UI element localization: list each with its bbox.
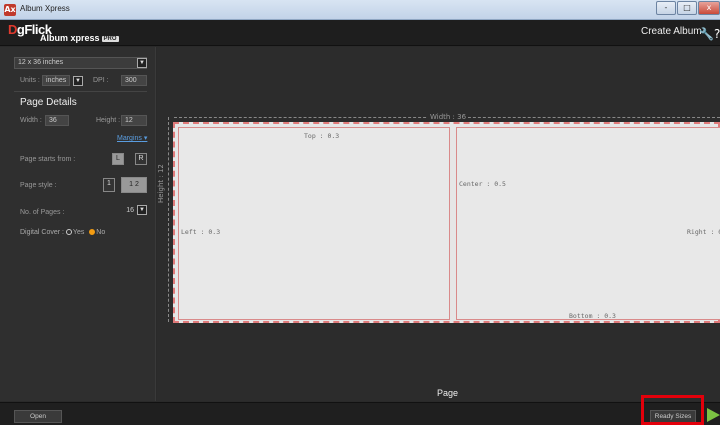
app-icon: Ax — [4, 4, 16, 16]
highlight-box — [641, 395, 704, 425]
height-dimension-label: Height : 12 — [157, 162, 165, 205]
logo-subtitle: Album xpress PRO — [40, 33, 119, 43]
wrench-icon[interactable]: 🔧 — [699, 27, 714, 41]
height-dimension-line — [168, 117, 169, 322]
width-field[interactable]: 36 — [45, 115, 69, 126]
right-page[interactable]: Center : 0.5 Right : 0.3 Bottom : 0.3 — [456, 127, 720, 320]
units-select[interactable]: inches — [42, 75, 70, 86]
page-starts-label: Page starts from : — [20, 156, 76, 163]
page-details-title: Page Details — [20, 97, 77, 108]
page-style-single-button[interactable]: 1 — [103, 178, 115, 192]
margins-link[interactable]: Margins ▾ — [117, 134, 147, 142]
digital-cover-row: Digital Cover : Yes No — [20, 229, 105, 236]
page-style-spread-button[interactable]: 1 2 — [121, 177, 147, 193]
maximize-button[interactable]: □ — [677, 1, 697, 15]
page-caption: Page — [437, 388, 459, 398]
width-dimension-label: Width : 36 — [428, 113, 469, 121]
dpi-label: DPI : — [93, 77, 109, 84]
pro-badge: PRO — [101, 35, 119, 42]
digital-cover-yes-label: Yes — [72, 229, 85, 236]
pages-label: No. of Pages : — [20, 209, 65, 216]
window-controls: - □ x — [655, 1, 720, 15]
next-arrow-icon[interactable] — [707, 408, 720, 422]
page-style-label: Page style : — [20, 182, 57, 189]
units-label: Units : — [20, 77, 40, 84]
margin-center-label: Center : 0.5 — [459, 180, 506, 188]
width-label: Width : — [20, 117, 42, 124]
pages-value[interactable]: 16 — [112, 206, 134, 217]
margin-left-label: Left : 0.3 — [181, 228, 221, 236]
left-settings-panel: 12 x 36 inches ▼ Units : inches ▼ DPI : … — [0, 47, 156, 401]
create-album-title: Create Album — [641, 26, 702, 37]
logo-sub-text: Album xpress — [40, 33, 100, 43]
bottom-bar: Open Ready Sizes — [0, 402, 720, 425]
page-start-right-button[interactable]: R — [135, 153, 147, 165]
digital-cover-no-label: No — [96, 229, 106, 236]
dpi-field[interactable]: 300 — [121, 75, 147, 86]
open-button[interactable]: Open — [14, 410, 62, 423]
help-icon[interactable]: ? — [714, 27, 720, 41]
close-button[interactable]: x — [698, 1, 720, 15]
margin-top-label: Top : 0.3 — [304, 132, 340, 140]
left-page[interactable]: Top : 0.3 Left : 0.3 — [178, 127, 450, 320]
album-spread[interactable]: Top : 0.3 Left : 0.3 Center : 0.5 Right … — [173, 122, 720, 323]
digital-cover-label: Digital Cover : — [20, 229, 64, 236]
app-header: DgFlick Album xpress PRO Create Album 🔧 ? — [0, 20, 720, 46]
album-size-select[interactable]: 12 x 36 inches — [14, 57, 147, 69]
chevron-down-icon[interactable]: ▼ — [137, 58, 147, 68]
page-start-left-button[interactable]: L — [112, 153, 124, 165]
window-title: Album Xpress — [20, 4, 70, 13]
digital-cover-yes-radio[interactable] — [65, 229, 72, 236]
margin-right-label: Right : 0.3 — [687, 228, 720, 236]
chevron-down-icon[interactable]: ▼ — [73, 76, 83, 86]
logo-prefix: D — [8, 22, 17, 37]
margins-link-label: Margins — [117, 135, 142, 142]
window-titlebar: Ax Album Xpress - □ x — [0, 0, 720, 20]
chevron-down-icon[interactable]: ▼ — [137, 205, 147, 215]
margin-bottom-label: Bottom : 0.3 — [569, 312, 616, 320]
divider — [14, 91, 147, 92]
minimize-button[interactable]: - — [656, 1, 676, 15]
digital-cover-no-radio[interactable] — [89, 229, 96, 236]
height-field[interactable]: 12 — [121, 115, 147, 126]
height-label: Height : — [96, 117, 121, 124]
